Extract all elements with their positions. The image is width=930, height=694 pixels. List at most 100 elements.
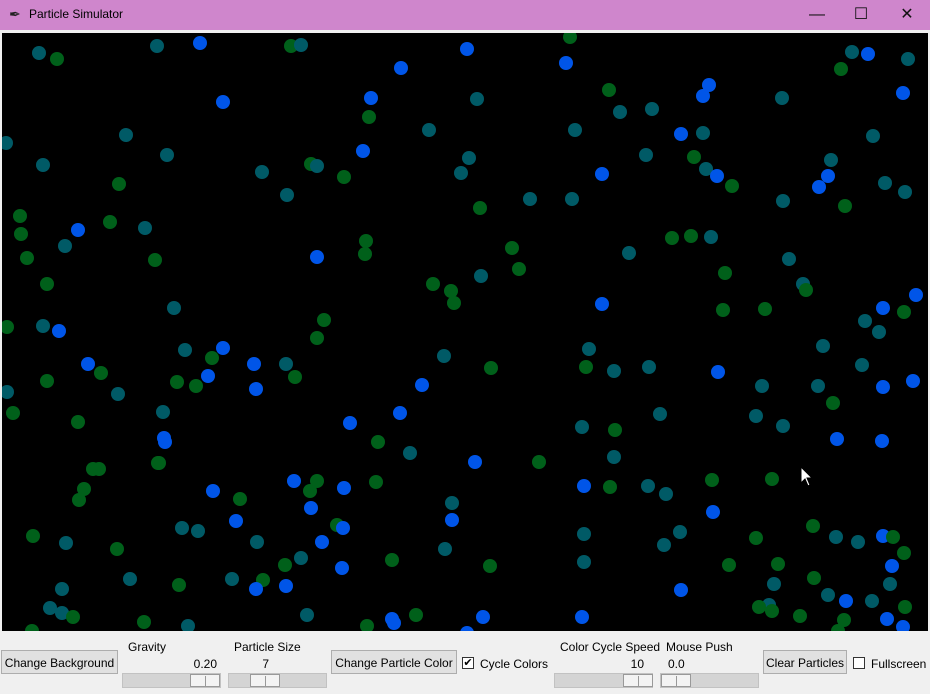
particle [876,380,890,394]
particle [356,144,370,158]
particle [577,479,591,493]
particle [36,158,50,172]
color-cycle-speed-slider[interactable] [554,673,653,688]
particle [767,577,781,591]
particle [71,415,85,429]
particle [52,324,66,338]
particle [575,420,589,434]
particle [711,365,725,379]
particle [473,201,487,215]
particle [229,514,243,528]
particle [642,360,656,374]
particle [40,277,54,291]
particle-size-value: 7 [262,657,269,671]
particle [303,484,317,498]
particle [673,525,687,539]
gravity-slider[interactable] [122,673,221,688]
gravity-label: Gravity [128,640,167,654]
cycle-colors-checkbox[interactable]: ✔ [462,657,474,669]
particle-size-slider-thumb[interactable] [250,674,280,687]
particle [575,610,589,624]
particle [776,419,790,433]
fullscreen-checkbox[interactable] [853,657,865,669]
change-particle-color-button[interactable]: Change Particle Color [331,650,457,674]
particle [445,496,459,510]
particle [861,47,875,61]
particle [36,319,50,333]
particle [483,559,497,573]
particle [462,151,476,165]
fullscreen-label: Fullscreen [871,657,927,671]
particle [111,387,125,401]
particle [359,234,373,248]
particle [622,246,636,260]
particle [216,95,230,109]
particle [722,558,736,572]
particle [898,600,912,614]
particle [304,501,318,515]
clear-particles-button[interactable]: Clear Particles [763,650,847,674]
particle [878,176,892,190]
particle [577,527,591,541]
particle [247,357,261,371]
particle [26,529,40,543]
particle [315,535,329,549]
particle [156,405,170,419]
particle [279,579,293,593]
particle [512,262,526,276]
particle [20,251,34,265]
change-background-button[interactable]: Change Background [1,650,118,674]
particle [659,487,673,501]
mouse-push-value: 0.0 [668,657,685,671]
particle [387,616,401,630]
particle [684,229,698,243]
particle [170,375,184,389]
color-cycle-speed-value: 10 [630,657,644,671]
particle [422,123,436,137]
particle [150,39,164,53]
particle [460,42,474,56]
particle [403,446,417,460]
particle [364,91,378,105]
particle [758,302,772,316]
particle [25,624,39,631]
particle [103,215,117,229]
minimize-button[interactable]: — [794,0,840,30]
particle [653,407,667,421]
title-bar: ✒ Particle Simulator — ☐ ✕ [0,0,930,30]
particle [2,136,13,150]
feather-icon: ✒ [9,6,21,22]
particle [896,86,910,100]
particle [706,505,720,519]
particle [476,610,490,624]
particle [294,551,308,565]
close-button[interactable]: ✕ [884,0,930,30]
particle [123,572,137,586]
particle [602,83,616,97]
particle [216,341,230,355]
particle-layer [2,33,923,631]
particle [816,339,830,353]
particle [696,126,710,140]
particle [178,343,192,357]
particle [559,56,573,70]
mouse-push-slider-thumb[interactable] [661,674,691,687]
particle [152,456,166,470]
particle [50,52,64,66]
maximize-button[interactable]: ☐ [838,0,884,30]
particle [119,128,133,142]
gravity-slider-thumb[interactable] [190,674,220,687]
particle [193,36,207,50]
particle-size-slider[interactable] [228,673,327,688]
particle [898,185,912,199]
color-cycle-speed-slider-thumb[interactable] [623,674,653,687]
particle-canvas[interactable] [2,33,928,631]
particle [470,92,484,106]
particle [206,484,220,498]
particle [55,582,69,596]
particle [58,239,72,253]
particle [909,288,923,302]
particle [749,409,763,423]
mouse-push-slider[interactable] [660,673,759,688]
particle [6,406,20,420]
